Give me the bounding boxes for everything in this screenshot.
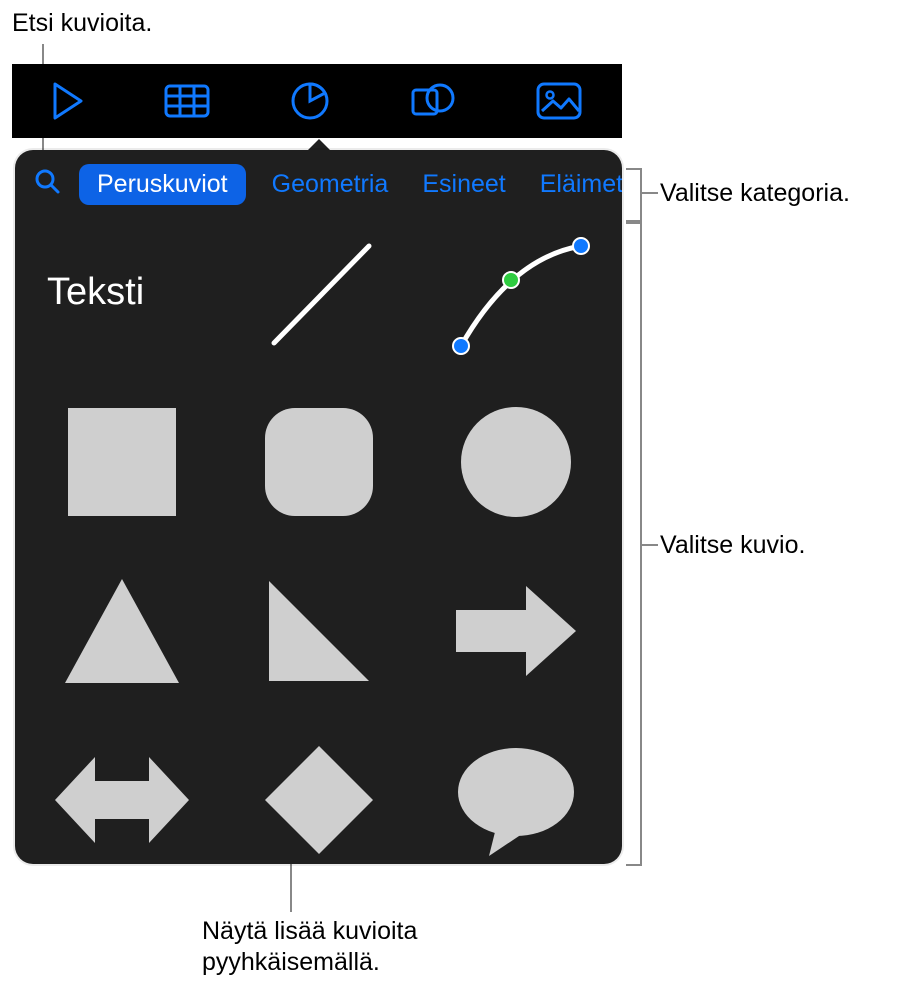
tab-objects[interactable]: Esineet [414, 164, 513, 205]
shape-triangle[interactable] [43, 553, 200, 708]
search-icon[interactable] [33, 167, 61, 202]
shapes-grid: Teksti [15, 215, 622, 864]
tab-geometry[interactable]: Geometria [264, 164, 397, 205]
tab-animals[interactable]: Eläimet [532, 164, 622, 205]
category-tabs: Peruskuviot Geometria Esineet Eläimet [15, 150, 622, 215]
shape-arrow-left-right[interactable] [43, 722, 200, 864]
callout-category: Valitse kategoria. [660, 178, 850, 209]
callout-shape: Valitse kuvio. [660, 530, 805, 561]
toolbar [12, 64, 622, 138]
shape-square[interactable] [43, 384, 200, 539]
tab-basic[interactable]: Peruskuviot [79, 164, 246, 205]
shape-curve-pen[interactable] [437, 215, 594, 370]
shape-line[interactable] [240, 215, 397, 370]
shape-circle[interactable] [437, 384, 594, 539]
play-icon[interactable] [51, 82, 85, 120]
callout-search: Etsi kuvioita. [12, 8, 152, 39]
shape-diamond[interactable] [240, 722, 397, 864]
table-icon[interactable] [164, 82, 210, 120]
callout-more: Näytä lisää kuvioita pyyhkäisemällä. [202, 916, 417, 979]
shape-rounded-square[interactable] [240, 384, 397, 539]
shape-right-triangle[interactable] [240, 553, 397, 708]
callout-category-leader [640, 192, 658, 194]
shapes-icon[interactable] [410, 80, 456, 122]
shape-text[interactable]: Teksti [43, 215, 200, 370]
shape-arrow-right[interactable] [437, 553, 594, 708]
image-icon[interactable] [535, 81, 583, 121]
bracket-category [626, 168, 642, 222]
shape-speech-bubble[interactable] [437, 722, 594, 864]
callout-shape-leader [640, 544, 658, 546]
chart-icon[interactable] [289, 80, 331, 122]
shapes-popover: Peruskuviot Geometria Esineet Eläimet Te… [15, 150, 622, 864]
